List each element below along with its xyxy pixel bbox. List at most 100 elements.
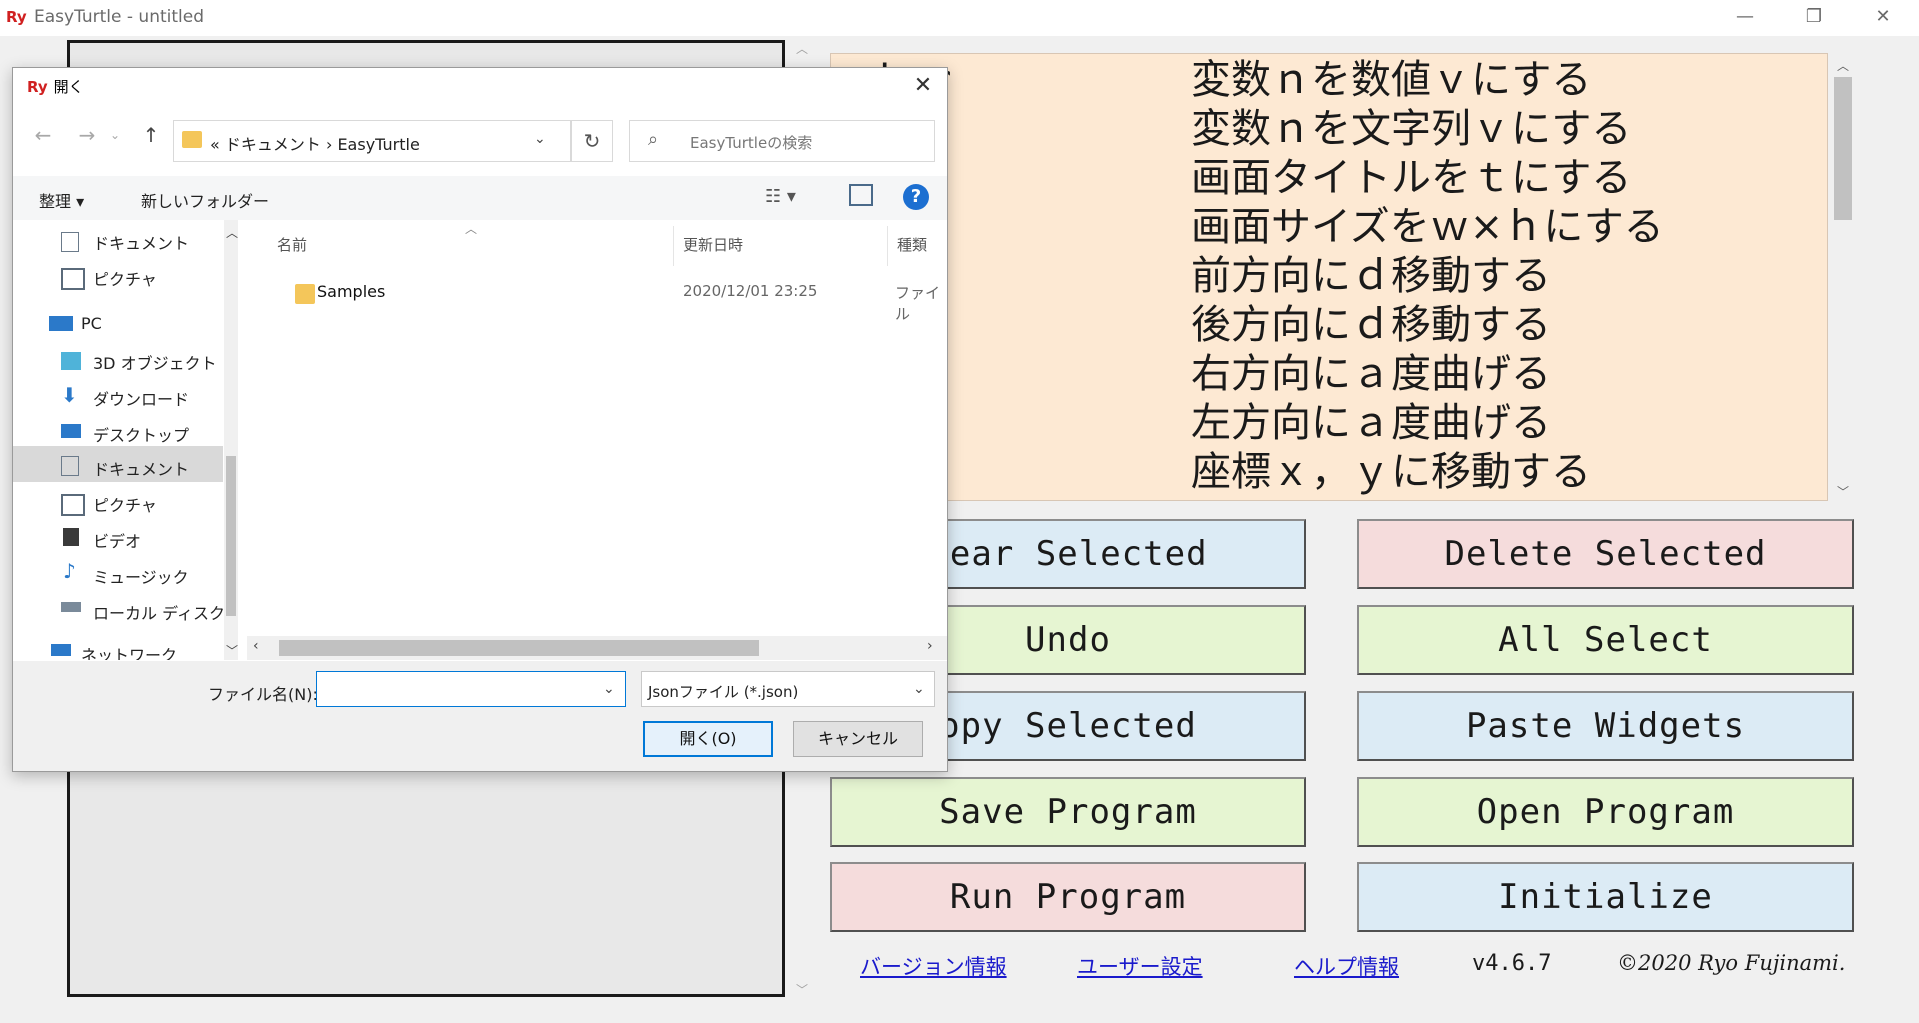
reference-description: 変数ｎを数値ｖにする <box>1191 57 1592 103</box>
search-input[interactable]: EasyTurtleの検索 <box>690 132 812 153</box>
video-icon <box>63 528 79 546</box>
filename-input[interactable] <box>316 671 626 707</box>
canvas-scroll-up-icon[interactable]: ︿ <box>793 40 811 58</box>
nav-item-pc[interactable]: PC <box>81 314 102 333</box>
paste-widgets-button[interactable]: Paste Widgets <box>1357 691 1854 761</box>
reference-description: 座標ｘ，ｙに移動する <box>1191 449 1591 495</box>
user-settings-link[interactable]: ユーザー設定 <box>1077 951 1203 981</box>
help-info-link[interactable]: ヘルプ情報 <box>1294 951 1399 981</box>
run-program-button[interactable]: Run Program <box>830 862 1306 932</box>
open-file-dialog: Ry 開く ✕ ← → ⌄ ↑ « ドキュメント › EasyTurtle ⌄ ↻… <box>12 67 948 772</box>
file-name[interactable]: Samples <box>317 282 385 301</box>
3d-objects-icon <box>61 352 81 370</box>
nav-item-music[interactable]: ミュージック <box>93 564 189 588</box>
nav-scroll-thumb[interactable] <box>226 456 236 616</box>
back-arrow-icon[interactable]: ← <box>29 121 57 149</box>
download-icon: ⬇ <box>61 383 78 407</box>
chevron-down-icon[interactable]: ⌄ <box>913 681 925 697</box>
nav-item-desktop[interactable]: デスクトップ <box>93 422 189 446</box>
up-arrow-icon[interactable]: ↑ <box>137 121 165 149</box>
nav-item-pictures[interactable]: ピクチャ <box>93 266 157 290</box>
reference-description: 左方向にａ度曲げる <box>1191 400 1551 446</box>
dialog-close-button[interactable]: ✕ <box>903 70 943 102</box>
dialog-footer: ファイル名(N): ⌄ Jsonファイル (*.json) ⌄ 開く(O) キャ… <box>13 661 947 771</box>
disk-icon <box>61 602 81 612</box>
delete-selected-button[interactable]: Delete Selected <box>1357 519 1854 589</box>
nav-item-videos[interactable]: ビデオ <box>93 528 141 552</box>
refresh-icon[interactable]: ↻ <box>571 120 613 162</box>
nav-item-3d-objects[interactable]: 3D オブジェクト <box>93 350 217 374</box>
initialize-button[interactable]: Initialize <box>1357 862 1854 932</box>
command-reference-panel: umber変数ｎを数値ｖにする tring変数ｎを文字列ｖにする e画面タイトル… <box>830 53 1828 501</box>
help-icon[interactable]: ? <box>903 184 929 210</box>
nav-item-downloads[interactable]: ダウンロード <box>93 386 189 410</box>
nav-scroll-up-icon[interactable]: ︿ <box>226 224 238 241</box>
column-header-date[interactable]: 更新日時 <box>683 234 743 255</box>
save-program-button[interactable]: Save Program <box>830 777 1306 847</box>
file-type: ファイル <box>895 284 941 323</box>
pc-icon <box>49 316 73 331</box>
hscroll-thumb[interactable] <box>279 640 759 656</box>
column-header-name[interactable]: 名前 <box>277 234 307 255</box>
document-icon <box>61 232 79 252</box>
nav-item-documents[interactable]: ドキュメント <box>93 230 189 254</box>
column-divider <box>673 226 674 266</box>
version-label: v4.6.7 <box>1472 951 1552 976</box>
search-icon: ⌕ <box>648 129 659 150</box>
forward-arrow-icon[interactable]: → <box>73 121 101 149</box>
reference-description: 前方向にｄ移動する <box>1191 253 1551 299</box>
address-bar[interactable]: « ドキュメント › EasyTurtle ⌄ <box>173 120 571 162</box>
open-button[interactable]: 開く(O) <box>643 721 773 757</box>
open-program-button[interactable]: Open Program <box>1357 777 1854 847</box>
search-box[interactable]: ⌕ EasyTurtleの検索 <box>629 120 935 162</box>
reference-scroll-down-icon[interactable]: ﹀ <box>1834 483 1852 499</box>
reference-scroll-thumb[interactable] <box>1834 77 1852 220</box>
window-title: EasyTurtle - untitled <box>34 7 205 27</box>
reference-scroll-up-icon[interactable]: ︿ <box>1834 57 1852 73</box>
folder-icon <box>182 131 202 148</box>
chevron-down-icon[interactable]: ⌄ <box>534 131 546 147</box>
dialog-toolbar: 整理 ▾ 新しいフォルダー ☷ ▾ ? <box>13 176 947 220</box>
reference-description: 変数ｎを文字列ｖにする <box>1191 106 1632 152</box>
column-divider <box>887 226 888 266</box>
close-button[interactable]: ✕ <box>1848 0 1918 36</box>
column-header-type[interactable]: 種類 <box>897 234 927 255</box>
scroll-right-icon[interactable]: › <box>927 638 933 654</box>
nav-item-documents-selected[interactable]: ドキュメント <box>93 456 189 480</box>
recent-locations-icon[interactable]: ⌄ <box>107 121 123 149</box>
nav-scroll-down-icon[interactable]: ﹀ <box>226 642 238 659</box>
preview-pane-icon[interactable] <box>849 184 873 206</box>
music-icon: ♪ <box>63 559 76 583</box>
reference-description: 右方向にａ度曲げる <box>1191 351 1551 397</box>
file-type-select[interactable]: Jsonファイル (*.json) <box>641 671 935 707</box>
file-date: 2020/12/01 23:25 <box>683 282 818 300</box>
copyright-label: ©2020 Ryo Fujinami. <box>1617 951 1846 975</box>
file-list-hscrollbar[interactable]: ‹ › <box>247 636 947 660</box>
file-list: ︿ 名前 更新日時 種類 Samples 2020/12/01 23:25 ファ… <box>247 220 947 640</box>
pictures-icon <box>61 494 85 516</box>
organize-menu[interactable]: 整理 ▾ <box>39 188 84 212</box>
restore-button[interactable]: ❐ <box>1779 0 1849 36</box>
nav-item-network[interactable]: ネットワーク <box>81 642 177 660</box>
reference-description: 画面タイトルをｔにする <box>1191 155 1632 201</box>
nav-item-local-disk[interactable]: ローカル ディスク (C <box>93 600 238 624</box>
reference-description: 画面サイズをｗ×ｈにする <box>1191 204 1664 250</box>
dialog-title: Ry 開く <box>27 78 84 96</box>
cancel-button[interactable]: キャンセル <box>793 721 923 757</box>
version-info-link[interactable]: バージョン情報 <box>860 951 1007 981</box>
canvas-scroll-down-icon[interactable]: ﹀ <box>793 981 811 999</box>
nav-item-pictures[interactable]: ピクチャ <box>93 492 157 516</box>
minimize-button[interactable]: — <box>1710 0 1780 36</box>
new-folder-button[interactable]: 新しいフォルダー <box>141 188 269 212</box>
scroll-left-icon[interactable]: ‹ <box>253 638 259 654</box>
network-icon <box>51 644 71 656</box>
filename-label: ファイル名(N): <box>208 685 318 704</box>
address-path[interactable]: « ドキュメント › EasyTurtle <box>210 131 420 155</box>
view-options-icon[interactable]: ☷ ▾ <box>765 186 796 207</box>
reference-description: 後方向にｄ移動する <box>1191 302 1551 348</box>
desktop-icon <box>61 424 81 438</box>
all-select-button[interactable]: All Select <box>1357 605 1854 675</box>
app-icon: Ry <box>6 8 27 26</box>
chevron-down-icon[interactable]: ⌄ <box>603 681 615 697</box>
title-bar <box>0 0 1919 36</box>
